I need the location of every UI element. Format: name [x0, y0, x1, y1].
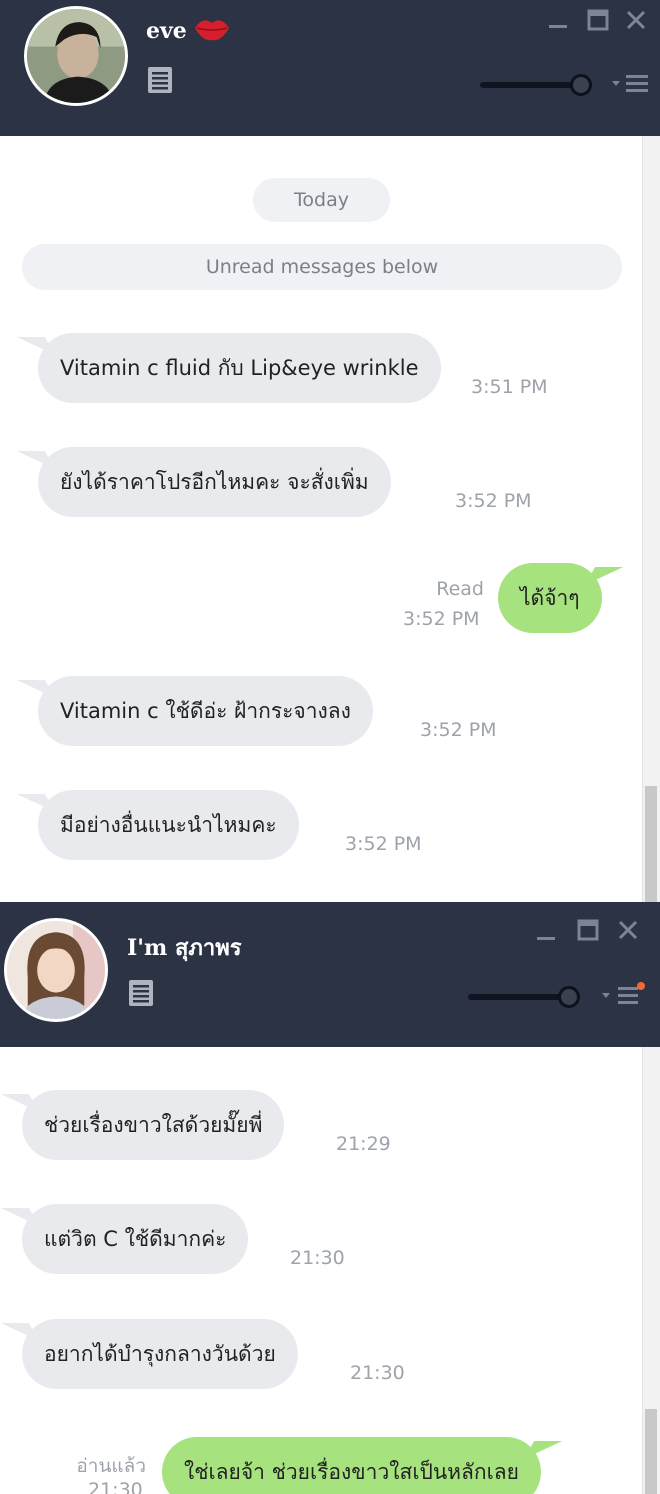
- message-list[interactable]: ช่วยเรื่องขาวใสด้วยมั๊ยพี่ 21:29 แต่วิต …: [0, 1047, 660, 1494]
- message-time: 21:30: [290, 1247, 345, 1269]
- chat-header: eve: [0, 0, 660, 136]
- message-time: 3:51 PM: [471, 376, 548, 398]
- minimize-icon[interactable]: [546, 8, 570, 32]
- menu-icon[interactable]: [600, 984, 640, 1008]
- message-bubble-incoming[interactable]: มีอย่างอื่นแนะนำไหมคะ: [38, 790, 299, 860]
- scrollbar[interactable]: [642, 1047, 660, 1494]
- message-bubble-incoming[interactable]: แต่วิต C ใช้ดีมากค่ะ: [22, 1204, 249, 1274]
- note-icon[interactable]: [128, 979, 154, 1007]
- menu-icon[interactable]: [610, 72, 650, 96]
- close-icon[interactable]: [624, 8, 648, 32]
- kiss-lips-icon: [195, 20, 229, 41]
- message-time: 3:52 PM: [345, 833, 422, 855]
- message-bubble-incoming[interactable]: Vitamin c fluid กับ Lip&eye wrinkle: [38, 333, 441, 403]
- message-time: 3:52 PM: [455, 490, 532, 512]
- maximize-icon[interactable]: [586, 8, 610, 32]
- contact-name[interactable]: eve: [146, 18, 187, 44]
- contact-avatar[interactable]: [4, 918, 108, 1022]
- unread-divider: Unread messages below: [22, 244, 622, 290]
- contact-avatar[interactable]: [24, 6, 128, 106]
- date-separator: Today: [253, 178, 390, 222]
- chat-header: I'm สุภาพร: [0, 902, 660, 1047]
- slider-knob[interactable]: [570, 74, 592, 96]
- minimize-icon[interactable]: [534, 920, 558, 944]
- message-bubble-incoming[interactable]: Vitamin c ใช้ดีอ่ะ ฝ้ากระจางลง: [38, 676, 373, 746]
- message-time: 3:52 PM: [420, 719, 497, 741]
- message-time: 21:29: [336, 1133, 391, 1155]
- scrollbar-thumb[interactable]: [645, 786, 657, 902]
- message-list[interactable]: Today Unread messages below Vitamin c fl…: [0, 136, 660, 902]
- message-bubble-outgoing[interactable]: ใช่เลยจ้า ช่วยเรื่องขาวใสเป็นหลักเลย: [162, 1437, 541, 1494]
- chat-window-eve: eve Today Unread messages below Vitamin …: [0, 0, 660, 902]
- read-status: อ่านแล้ว: [76, 1455, 146, 1477]
- message-time: 3:52 PM: [403, 608, 480, 630]
- chat-window-supaporn: I'm สุภาพร ช่วยเรื่องขาวใสด้วยมั๊ยพี่ 21…: [0, 902, 660, 1494]
- note-icon[interactable]: [147, 66, 173, 94]
- notification-dot: [637, 982, 645, 990]
- message-bubble-incoming[interactable]: อยากได้บำรุงกลางวันด้วย: [22, 1319, 298, 1389]
- volume-slider[interactable]: [480, 74, 596, 96]
- scrollbar-thumb[interactable]: [645, 1409, 657, 1494]
- message-bubble-incoming[interactable]: ช่วยเรื่องขาวใสด้วยมั๊ยพี่: [22, 1090, 285, 1160]
- maximize-icon[interactable]: [576, 918, 600, 942]
- slider-knob[interactable]: [558, 986, 580, 1008]
- contact-name[interactable]: I'm สุภาพร: [127, 930, 242, 965]
- message-time: 21:30: [350, 1362, 405, 1384]
- volume-slider[interactable]: [468, 986, 584, 1008]
- read-status: Read: [436, 578, 484, 600]
- message-time: 21:30: [88, 1479, 143, 1494]
- message-bubble-incoming[interactable]: ยังได้ราคาโปรอีกไหมคะ จะสั่งเพิ่ม: [38, 447, 391, 517]
- scrollbar[interactable]: [642, 136, 660, 902]
- close-icon[interactable]: [616, 918, 640, 942]
- message-bubble-outgoing[interactable]: ได้จ้าๆ: [498, 563, 602, 633]
